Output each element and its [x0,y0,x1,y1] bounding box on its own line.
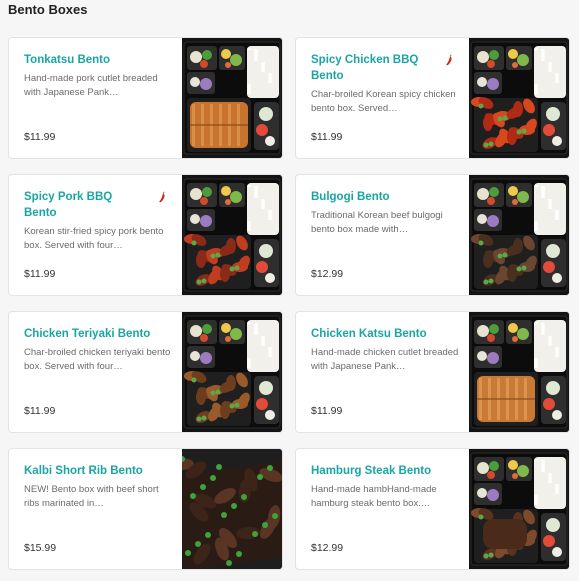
menu-item-photo[interactable] [469,38,569,158]
menu-item-photo[interactable] [182,175,282,295]
menu-item-card[interactable]: Spicy Pork BBQ Bento Korean stir-fried sp… [8,174,283,296]
menu-item-photo[interactable] [182,38,282,158]
menu-item-card[interactable]: Tonkatsu Bento Hand-made pork cutlet brea… [8,37,283,159]
menu-item-name: Chicken Teriyaki Bento [24,328,151,340]
menu-item-card[interactable]: Kalbi Short Rib Bento NEW! Bento box with… [8,448,283,570]
menu-item-price: $12.99 [311,542,344,554]
menu-item-description: Char-broiled Korean spicy chicken bento … [311,89,456,114]
menu-item-card[interactable]: Chicken Katsu Bento Hand-made chicken cut… [295,311,570,433]
menu-grid: Tonkatsu Bento Hand-made pork cutlet brea… [0,0,579,581]
menu-item-name: Bulgogi Bento [311,191,390,203]
menu-item-card[interactable]: Chicken Teriyaki Bento Char-broiled chick… [8,311,283,433]
chili-pepper-icon [157,190,167,203]
menu-item-description: Traditional Korean beef bulgogi bento bo… [311,210,443,235]
menu-item-name: Spicy Chicken BBQ Bento [311,54,419,82]
menu-item-photo[interactable] [182,449,282,569]
chili-pepper-icon [444,53,454,66]
menu-item-description: NEW! Bento box with beef short ribs mari… [24,484,159,509]
menu-item-name: Hamburg Steak Bento [311,465,432,477]
menu-item-description: Hand-made pork cutlet breaded with Japan… [24,73,158,98]
menu-item-description: Korean stir-fried spicy pork bento box. … [24,226,164,251]
menu-item-name: Chicken Katsu Bento [311,328,427,340]
menu-item-price: $11.99 [311,131,343,143]
menu-item-card[interactable]: Spicy Chicken BBQ Bento Char-broiled Kore… [295,37,570,159]
menu-item-photo[interactable] [469,449,569,569]
menu-item-photo[interactable] [469,312,569,432]
menu-item-price: $11.99 [24,268,56,280]
menu-item-price: $11.99 [311,405,343,417]
menu-item-description: Hand-made hambHand-made hamburg steak be… [311,484,437,509]
menu-item-name: Tonkatsu Bento [24,54,111,66]
menu-item-price: $11.99 [24,131,56,143]
menu-item-price: $15.99 [24,542,57,554]
menu-item-photo[interactable] [182,312,282,432]
menu-item-name: Spicy Pork BBQ Bento [24,191,113,219]
menu-item-photo[interactable] [469,175,569,295]
menu-item-price: $11.99 [24,405,56,417]
menu-item-description: Hand-made chicken cutlet breaded with Ja… [311,347,459,372]
menu-item-name: Kalbi Short Rib Bento [24,465,143,477]
menu-item-card[interactable]: Hamburg Steak Bento Hand-made hambHand-ma… [295,448,570,570]
menu-item-description: Char-broiled chicken teriyaki bento box.… [24,347,171,372]
menu-item-card[interactable]: Bulgogi Bento Traditional Korean beef bul… [295,174,570,296]
menu-item-price: $12.99 [311,268,344,280]
